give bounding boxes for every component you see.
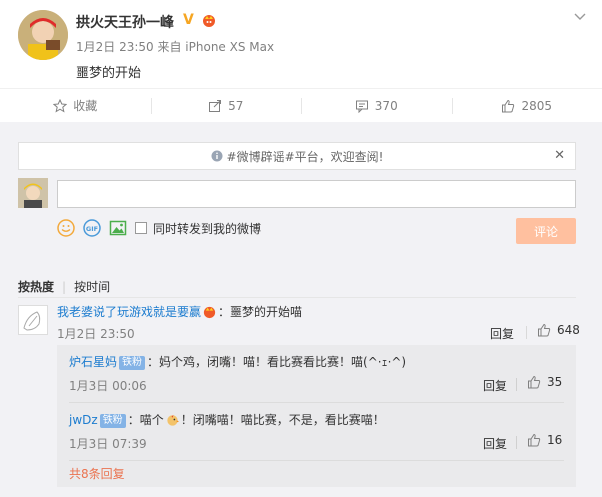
reply-button[interactable]: 回复: [483, 377, 507, 394]
image-icon[interactable]: [109, 219, 127, 237]
favorite-label: 收藏: [73, 99, 98, 113]
more-replies-link[interactable]: 共8条回复: [69, 465, 125, 482]
submit-comment-button[interactable]: 评论: [516, 218, 576, 244]
comment-reply-button[interactable]: 回复: [490, 325, 514, 342]
thumbs-up-icon: [538, 323, 551, 337]
fan-badge: 铁粉: [119, 356, 146, 370]
my-avatar[interactable]: [18, 178, 48, 208]
author-avatar[interactable]: [18, 10, 68, 60]
comment-input[interactable]: [57, 180, 576, 208]
vip-crown-icon: [201, 12, 217, 28]
reply-body-end: ！闭嘴喵！喵比赛，不是，看比赛喵！: [180, 413, 385, 427]
sort-options: 按热度 | 按时间: [18, 278, 110, 295]
post-text: 噩梦的开始: [76, 66, 142, 81]
repost-button[interactable]: 57: [150, 89, 302, 122]
comment-time: 1月2日 23:50: [57, 327, 135, 341]
repost-icon: [209, 99, 222, 112]
comment-body: ：噩梦的开始喵: [218, 305, 303, 319]
comment-text-line: 我老婆说了玩游戏就是要赢 ：噩梦的开始喵: [57, 303, 302, 320]
divider: [18, 297, 576, 298]
reply-user[interactable]: 炉石星妈: [69, 355, 117, 369]
reply-thread: 炉石星妈 铁粉 ：妈个鸡，闭嘴！喵！看比赛看比赛！喵(^·ｪ·^) 1月3日 00:…: [57, 345, 576, 487]
close-icon[interactable]: ✕: [554, 148, 565, 163]
reply-time: 1月3日 07:39: [69, 437, 147, 451]
chevron-down-icon[interactable]: [574, 10, 586, 24]
reply-user[interactable]: jwDz: [69, 413, 98, 427]
repost-count: 57: [228, 98, 244, 113]
weibo-post: 拱火天王孙一峰 V 1月2日 23:50 来自 iPhone XS Max 噩梦…: [0, 0, 602, 88]
emoji-icon[interactable]: [57, 219, 75, 237]
vip-crown-icon: [203, 306, 216, 319]
divider: [516, 378, 517, 391]
divider: [69, 460, 564, 461]
reply-like-button[interactable]: 35: [527, 375, 562, 389]
repost-checkbox[interactable]: [135, 222, 147, 234]
reply-button[interactable]: 回复: [483, 435, 507, 452]
comment-icon: [355, 100, 368, 113]
favorite-button[interactable]: 收藏: [0, 89, 151, 122]
commenter-name[interactable]: 我老婆说了玩游戏就是要赢: [57, 305, 201, 319]
like-count: 2805: [521, 98, 553, 113]
gif-icon[interactable]: GIF: [83, 219, 101, 237]
commenter-avatar[interactable]: [18, 305, 48, 335]
reply-like-count: 35: [547, 375, 563, 389]
reply-like-count: 16: [547, 433, 563, 447]
thumbs-up-icon: [502, 99, 515, 112]
thumbs-up-icon: [528, 375, 541, 389]
reply-body: ：妈个鸡，闭嘴！喵！看比赛看比赛！喵(^·ｪ·^): [147, 355, 407, 369]
repost-checkbox-label[interactable]: 同时转发到我的微博: [153, 220, 261, 237]
comment-like-button[interactable]: 648: [537, 323, 580, 337]
rumor-notice-text[interactable]: #微博辟谣#平台，欢迎查阅!: [227, 148, 384, 165]
sort-by-time[interactable]: 按时间: [74, 280, 110, 294]
verified-icon: V: [183, 12, 194, 28]
rumor-notice-bar: #微博辟谣#平台，欢迎查阅! ✕: [18, 142, 576, 170]
sort-separator: |: [62, 280, 67, 294]
comment-count: 370: [374, 98, 398, 113]
author-name[interactable]: 拱火天王孙一峰: [76, 12, 174, 32]
info-icon: [211, 150, 223, 162]
comment-button[interactable]: 370: [301, 89, 452, 128]
divider: [526, 326, 527, 339]
composer-tools: GIF 同时转发到我的微博: [57, 218, 261, 238]
post-meta: 1月2日 23:50 来自 iPhone XS Max: [76, 40, 275, 54]
comment-like-count: 648: [557, 323, 580, 337]
reply-item: 炉石星妈 铁粉 ：妈个鸡，闭嘴！喵！看比赛看比赛！喵(^·ｪ·^) 1月3日 00:…: [57, 345, 576, 403]
reply-text-line: 炉石星妈 铁粉 ：妈个鸡，闭嘴！喵！看比赛看比赛！喵(^·ｪ·^): [69, 353, 406, 370]
chicken-emoji-icon: [167, 414, 179, 426]
divider: [516, 436, 517, 449]
svg-text:GIF: GIF: [86, 225, 98, 233]
thumbs-up-icon: [528, 433, 541, 447]
star-icon: [53, 98, 68, 113]
reply-item: jwDz 铁粉 ：喵个 ！闭嘴喵！喵比赛，不是，看比赛喵！ 1月3日 07:39 回复…: [57, 403, 576, 461]
fan-badge: 铁粉: [99, 414, 126, 428]
sort-by-hot[interactable]: 按热度: [18, 280, 54, 294]
reply-time: 1月3日 00:06: [69, 379, 147, 393]
reply-body-start: ：喵个: [127, 413, 164, 427]
reply-like-button[interactable]: 16: [527, 433, 562, 447]
reply-text-line: jwDz 铁粉 ：喵个 ！闭嘴喵！喵比赛，不是，看比赛喵！: [69, 411, 385, 428]
post-action-bar: 收藏 57 370 2805: [0, 88, 602, 128]
like-button[interactable]: 2805: [451, 89, 602, 122]
